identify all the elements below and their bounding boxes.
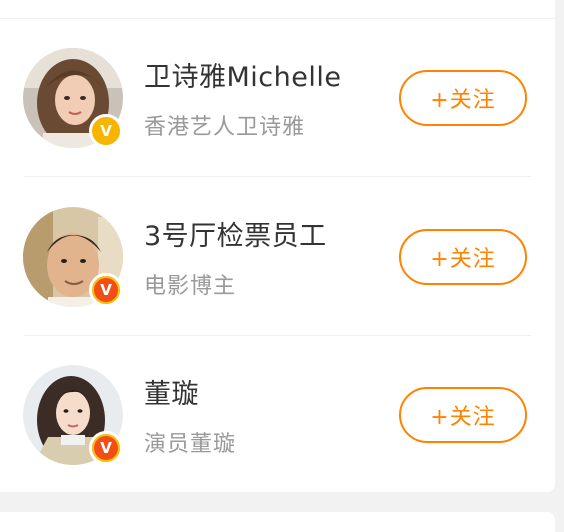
user-name[interactable]: 3号厅检票员工 [144,214,327,253]
verified-v-icon: V [89,273,123,307]
recommended-users-card: V 卫诗雅Michelle 香港艺人卫诗雅 +关注 V 3号厅检票员工 电影博主… [0,0,555,492]
verified-v-icon: V [89,431,123,465]
divider [24,176,531,177]
user-row[interactable]: V 3号厅检票员工 电影博主 +关注 [0,178,555,336]
user-row[interactable]: V 卫诗雅Michelle 香港艺人卫诗雅 +关注 [0,19,555,177]
user-description: 香港艺人卫诗雅 [144,115,306,140]
user-row[interactable]: V 董璇 演员董璇 +关注 [0,336,555,492]
verified-v-icon: V [89,114,123,148]
user-description: 电影博主 [144,274,237,299]
user-name[interactable]: 卫诗雅Michelle [144,55,341,94]
follow-button[interactable]: +关注 [399,229,527,285]
user-name[interactable]: 董璇 [144,372,199,411]
follow-button[interactable]: +关注 [399,387,527,443]
follow-button[interactable]: +关注 [399,70,527,126]
next-card [0,512,555,532]
user-description: 演员董璇 [144,432,237,457]
